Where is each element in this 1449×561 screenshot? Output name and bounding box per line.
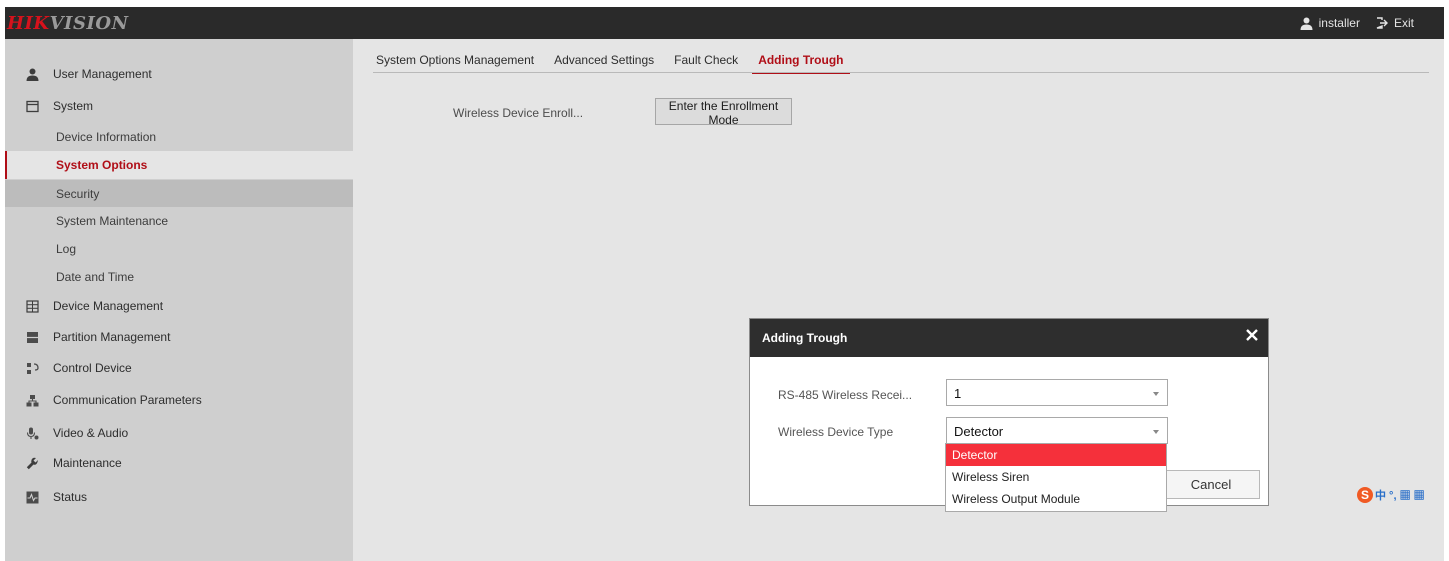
cancel-button[interactable]: Cancel	[1162, 470, 1260, 499]
device-type-label: Wireless Device Type	[778, 425, 894, 439]
device-type-select-value: Detector	[954, 424, 1004, 439]
dialog-title: Adding Trough	[762, 331, 848, 345]
sogou-logo-icon: S	[1357, 486, 1373, 503]
dropdown-option-wireless-siren[interactable]: Wireless Siren	[946, 466, 1166, 488]
exit-icon	[1376, 17, 1388, 29]
receiver-select[interactable]: 1	[946, 379, 1168, 406]
dialog-header: Adding Trough	[750, 319, 1268, 357]
device-type-dropdown: Detector Wireless Siren Wireless Output …	[945, 443, 1167, 512]
hikvision-logo: HIKVISION	[7, 13, 129, 34]
close-icon[interactable]	[1245, 328, 1259, 342]
username-label: installer	[1318, 16, 1360, 30]
app-window: HIKVISION installer Exit User Management…	[0, 0, 1449, 561]
ime-status-glyphs: 中 °, ▦ ▦	[1375, 489, 1425, 502]
dropdown-option-wireless-output-module[interactable]: Wireless Output Module	[946, 488, 1166, 510]
device-type-select[interactable]: Detector	[946, 417, 1168, 444]
chevron-down-icon	[1153, 430, 1159, 434]
user-account-button[interactable]: installer	[1300, 16, 1360, 30]
exit-button[interactable]: Exit	[1376, 16, 1414, 30]
dropdown-option-detector[interactable]: Detector	[946, 444, 1166, 466]
ime-toolbar[interactable]: S 中 °, ▦ ▦	[1357, 486, 1428, 503]
receiver-select-value: 1	[954, 386, 962, 401]
user-menu: installer Exit	[1284, 16, 1414, 30]
person-icon	[1300, 17, 1313, 30]
exit-label: Exit	[1393, 16, 1414, 30]
receiver-label: RS-485 Wireless Recei...	[778, 388, 913, 402]
chevron-down-icon	[1153, 392, 1159, 396]
top-bar: HIKVISION installer Exit	[5, 7, 1444, 39]
